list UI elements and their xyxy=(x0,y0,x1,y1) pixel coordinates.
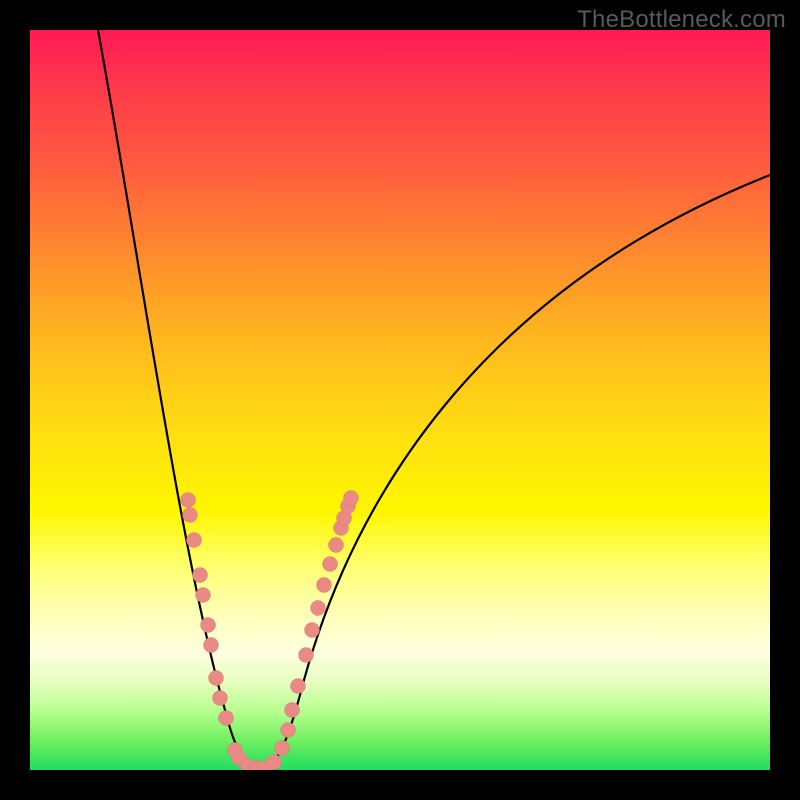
curve-marker xyxy=(323,557,338,572)
curve-marker xyxy=(311,601,326,616)
curve-marker xyxy=(187,533,202,548)
curve-marker xyxy=(209,671,224,686)
chart-frame: TheBottleneck.com xyxy=(0,0,800,800)
curve-marker xyxy=(344,491,359,506)
curve-marker xyxy=(275,741,290,756)
curve-marker xyxy=(201,618,216,633)
curve-marker xyxy=(219,711,234,726)
curve-marker xyxy=(267,755,282,770)
curve-marker xyxy=(305,623,320,638)
curve-marker xyxy=(329,538,344,553)
curve-marker xyxy=(291,679,306,694)
plot-area xyxy=(30,30,770,770)
curve-marker xyxy=(281,723,296,738)
curve-marker xyxy=(299,648,314,663)
curve-marker xyxy=(196,588,211,603)
curve-marker xyxy=(317,578,332,593)
curve-marker xyxy=(285,703,300,718)
curve-marker xyxy=(183,508,198,523)
curve-markers xyxy=(181,491,359,771)
curve-marker xyxy=(204,638,219,653)
curve-marker xyxy=(193,568,208,583)
bottleneck-curve xyxy=(98,30,770,768)
curve-marker xyxy=(181,493,196,508)
bottleneck-curve-svg xyxy=(30,30,770,770)
curve-marker xyxy=(213,691,228,706)
